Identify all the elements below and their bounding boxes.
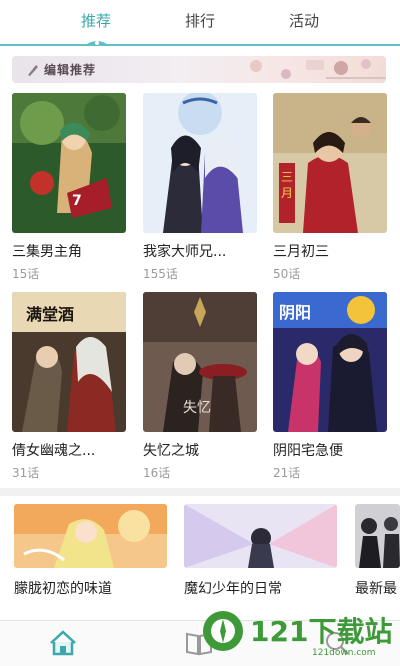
featured-comic-title: 最新最 <box>355 581 397 597</box>
featured-cover-image[interactable] <box>14 504 167 568</box>
watermark-url: 121down.com <box>312 648 376 658</box>
watermark-text: 121下载站 <box>250 615 393 648</box>
watermark-logo-icon <box>203 611 243 651</box>
svg-text:阴阳: 阴阳 <box>279 303 311 322</box>
featured-comic-card[interactable]: 朦胧初恋的味道 <box>14 504 167 598</box>
comic-title: 三集男主角 <box>12 244 82 260</box>
active-tab-indicator-icon <box>84 41 110 46</box>
comic-cover-image[interactable]: 7 <box>12 93 126 233</box>
comic-card[interactable]: 我家大师兄... 155话 <box>143 93 257 282</box>
comic-card[interactable]: 7 三集男主角 15话 <box>12 93 126 282</box>
comic-card[interactable]: 满堂酒 倩女幽魂之... 31话 <box>12 292 126 481</box>
svg-text:7: 7 <box>72 193 82 209</box>
chapter-count: 155话 <box>143 267 178 281</box>
comic-title: 我家大师兄... <box>143 244 227 260</box>
editor-picks-banner[interactable]: 编辑推荐 <box>12 56 386 83</box>
comic-cover-image[interactable]: 失忆 <box>143 292 257 432</box>
comic-card[interactable]: 三 月 三月初三 50话 <box>273 93 387 282</box>
pen-icon <box>28 65 38 76</box>
comic-card[interactable]: 阴阳 阴阳宅急便 21话 <box>273 292 387 481</box>
comic-cover-image[interactable] <box>143 93 257 233</box>
comic-card[interactable]: 失忆 失忆之城 16话 <box>143 292 257 481</box>
comic-cover-image[interactable]: 满堂酒 <box>12 292 126 432</box>
svg-text:失忆: 失忆 <box>183 400 211 416</box>
site-watermark: 121下载站 121down.com <box>200 604 400 666</box>
comic-title: 三月初三 <box>273 244 329 260</box>
featured-comic-card[interactable]: 最新最 <box>355 504 400 598</box>
chapter-count: 15话 <box>12 267 40 281</box>
tab-activity[interactable]: 活动 <box>274 10 334 31</box>
featured-comic-title: 魔幻少年的日常 <box>184 581 282 597</box>
section-divider <box>0 488 400 496</box>
banner-label: 编辑推荐 <box>44 63 97 77</box>
comic-title: 倩女幽魂之... <box>12 443 96 459</box>
svg-text:月: 月 <box>281 186 293 200</box>
banner-decoration-icon <box>250 59 386 79</box>
comic-cover-image[interactable]: 阴阳 <box>273 292 387 432</box>
tab-ranking[interactable]: 排行 <box>170 10 230 31</box>
featured-comic-card[interactable]: 魔幻少年的日常 <box>184 504 337 598</box>
tab-recommend[interactable]: 推荐 <box>66 10 126 31</box>
chapter-count: 31话 <box>12 466 40 480</box>
comic-cover-image[interactable]: 三 月 <box>273 93 387 233</box>
comic-title: 阴阳宅急便 <box>273 443 343 459</box>
home-icon[interactable] <box>48 629 78 657</box>
top-tab-bar: 推荐 排行 活动 <box>0 0 400 46</box>
svg-text:满堂酒: 满堂酒 <box>26 305 74 324</box>
featured-cover-image[interactable] <box>355 504 400 568</box>
featured-cover-image[interactable] <box>184 504 337 568</box>
chapter-count: 16话 <box>143 466 171 480</box>
svg-text:三: 三 <box>281 170 293 184</box>
featured-comic-title: 朦胧初恋的味道 <box>14 581 112 597</box>
comic-title: 失忆之城 <box>143 443 199 459</box>
chapter-count: 21话 <box>273 466 301 480</box>
chapter-count: 50话 <box>273 267 301 281</box>
